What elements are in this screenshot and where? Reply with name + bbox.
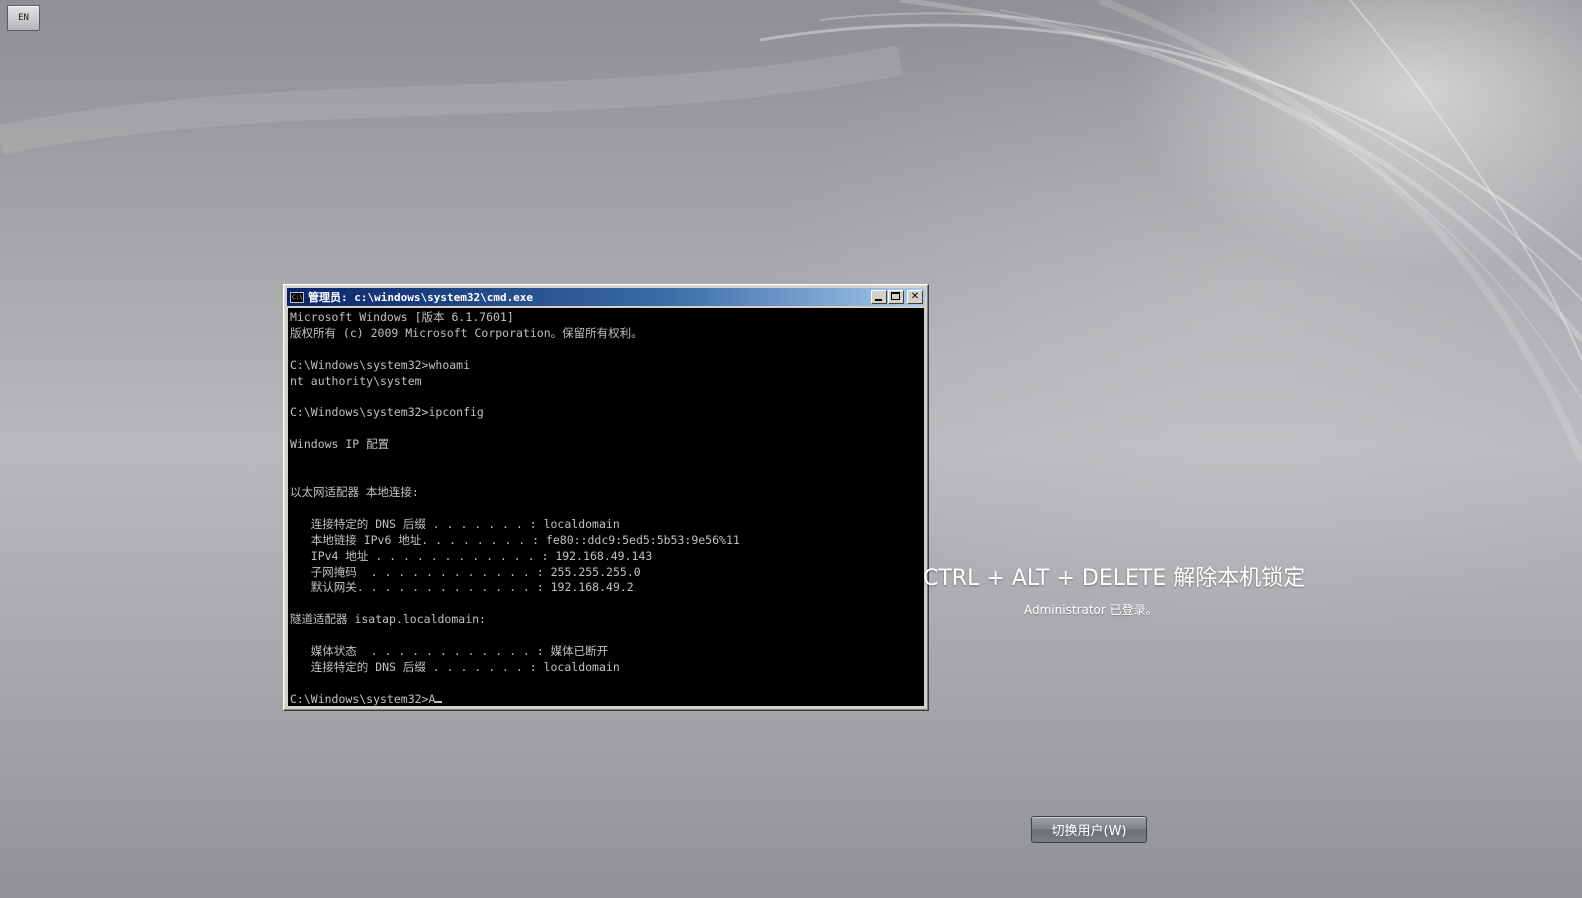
- console-prompt: C:\Windows\system32>A: [290, 691, 436, 706]
- close-icon: ✕: [910, 291, 920, 302]
- language-indicator-button[interactable]: EN: [7, 5, 40, 31]
- console-line: 子网掩码 . . . . . . . . . . . . : 255.255.2…: [310, 564, 641, 579]
- console-line: IPv4 地址 . . . . . . . . . . . . : 192.16…: [310, 548, 653, 563]
- minimize-button[interactable]: [871, 290, 887, 304]
- text-cursor: [435, 700, 443, 703]
- console-line: Windows IP 配置: [290, 437, 390, 452]
- console-line: 连接特定的 DNS 后缀 . . . . . . . : localdomain: [310, 516, 620, 531]
- console-line: C:\Windows\system32>ipconfig: [290, 405, 484, 420]
- console-line: Microsoft Windows [版本 6.1.7601]: [290, 310, 514, 324]
- console-line: 默认网关. . . . . . . . . . . . . : 192.168.…: [310, 580, 634, 595]
- window-controls: ✕: [870, 290, 923, 304]
- console-line: 版权所有 (c) 2009 Microsoft Corporation。保留所有…: [290, 325, 643, 340]
- unlock-instruction: CTRL + ALT + DELETE 解除本机锁定: [923, 566, 1306, 591]
- console-line: 媒体状态 . . . . . . . . . . . . : 媒体已断开: [310, 644, 609, 659]
- cmd-titlebar[interactable]: C:\ 管理员: c:\windows\system32\cmd.exe ✕: [287, 288, 925, 306]
- console-line: 以太网适配器 本地连接:: [290, 484, 419, 499]
- cmd-window[interactable]: C:\ 管理员: c:\windows\system32\cmd.exe ✕ M…: [283, 284, 929, 711]
- maximize-button[interactable]: [888, 290, 904, 304]
- console-line: 连接特定的 DNS 后缀 . . . . . . . : localdomain: [310, 659, 620, 674]
- console-line: C:\Windows\system32>whoami: [290, 357, 471, 372]
- console-line: 隧道适配器 isatap.localdomain:: [290, 612, 486, 627]
- close-button[interactable]: ✕: [907, 290, 923, 304]
- console-history: Microsoft Windows [版本 6.1.7601] 版权所有 (c)…: [290, 310, 740, 674]
- cmd-window-title: 管理员: c:\windows\system32\cmd.exe: [308, 291, 534, 304]
- console-line: nt authority\system: [290, 373, 422, 388]
- maximize-icon: [891, 292, 900, 300]
- cmd-icon[interactable]: C:\: [290, 291, 304, 303]
- console-text: Microsoft Windows [版本 6.1.7601] 版权所有 (c)…: [288, 308, 924, 706]
- switch-user-button[interactable]: 切换用户(W): [1031, 816, 1147, 843]
- minimize-icon: [875, 299, 882, 301]
- logged-in-user-status: Administrator 已登录。: [1024, 603, 1158, 617]
- console-line: 本地链接 IPv6 地址. . . . . . . . : fe80::ddc9…: [310, 532, 740, 547]
- console-output[interactable]: Microsoft Windows [版本 6.1.7601] 版权所有 (c)…: [288, 308, 924, 706]
